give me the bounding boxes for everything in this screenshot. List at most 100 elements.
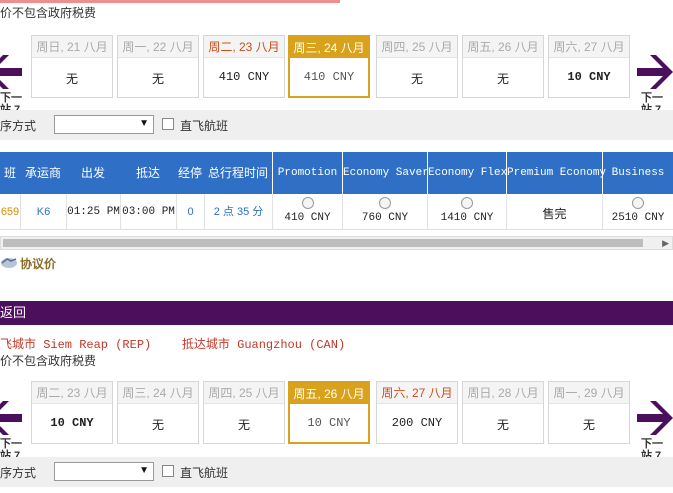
- tax-note: 价不包含政府税费: [0, 354, 97, 368]
- date-cell-day: 周一, 22 八月: [118, 36, 198, 58]
- next-week-label: 下一: [641, 92, 663, 104]
- date-cell[interactable]: 周五, 26 八月 10 CNY: [288, 381, 370, 444]
- col-fare-promotion: Promotion: [272, 152, 342, 194]
- fare-price: 2510 CNY: [611, 212, 665, 224]
- handshake-icon: [1, 258, 17, 268]
- sort-select[interactable]: ▼: [54, 462, 154, 481]
- sort-bar: 序方式 ▼ 直飞航班: [0, 457, 673, 487]
- horizontal-scrollbar[interactable]: ▶: [0, 236, 673, 250]
- fare-radio-economy-flex[interactable]: [461, 197, 473, 209]
- dropdown-caret-icon: ▼: [139, 465, 149, 476]
- arrive-time: 03:00 PM: [120, 194, 176, 230]
- direct-flight-label: 直飞航班: [180, 119, 229, 133]
- fare-price: 760 CNY: [361, 212, 409, 224]
- date-cell-price: 无: [496, 418, 509, 432]
- date-cell[interactable]: 周五, 26 八月无: [462, 35, 544, 98]
- direct-flight-checkbox[interactable]: [162, 118, 174, 130]
- date-cell-price: 200 CNY: [391, 416, 443, 430]
- date-cell[interactable]: 周三, 24 八月 410 CNY: [288, 35, 370, 98]
- date-cell[interactable]: 周六, 27 八月 10 CNY: [548, 35, 630, 98]
- sort-select[interactable]: ▼: [54, 115, 154, 134]
- col-fare-premium-economy: Premium Economy: [506, 152, 606, 194]
- arrival-city: 抵达城市 Guangzhou (CAN): [181, 338, 346, 352]
- table-row: 659 K6 01:25 PM 03:00 PM 0 2 点 35 分 410 …: [0, 194, 673, 230]
- prev-week-label: 下一: [0, 438, 22, 450]
- col-flight: 班: [3, 166, 16, 180]
- depart-time: 01:25 PM: [66, 194, 120, 230]
- next-week-button[interactable]: [637, 55, 673, 89]
- direct-flight-checkbox[interactable]: [162, 465, 174, 477]
- prev-week-button[interactable]: [0, 401, 22, 435]
- date-cell-day: 周二, 23 八月: [32, 382, 112, 404]
- date-cell-day: 周五, 26 八月: [290, 383, 368, 404]
- date-cell[interactable]: 周日, 21 八月无: [31, 35, 113, 98]
- date-cell[interactable]: 周日, 28 八月无: [462, 381, 544, 444]
- tax-note: 价不包含政府税费: [0, 6, 97, 20]
- fare-cell-economy-flex: 1410 CNY: [427, 194, 506, 230]
- fare-radio-business[interactable]: [632, 197, 644, 209]
- date-cell[interactable]: 周一, 22 八月无: [117, 35, 199, 98]
- agreement-price-label: 协议价: [20, 257, 57, 271]
- prev-week-button[interactable]: [0, 55, 22, 89]
- date-cell-price: 10 CNY: [307, 416, 351, 430]
- date-cell[interactable]: 周一, 29 八月无: [548, 381, 630, 444]
- sold-out-label: 售完: [542, 207, 567, 221]
- col-fare-economy-saver: Economy Saver: [342, 152, 429, 194]
- date-cell[interactable]: 周二, 23 八月 10 CNY: [31, 381, 113, 444]
- next-week-label: 下一: [641, 438, 663, 450]
- clipped-header-text: [0, 0, 340, 3]
- arrow-right-icon: [637, 401, 673, 435]
- fare-cell-business: 2510 CNY: [602, 194, 673, 230]
- col-fare-business: Business: [602, 152, 673, 194]
- date-cell-price: 无: [151, 72, 164, 86]
- col-fare-economy-flex: Economy Flex: [427, 152, 507, 194]
- date-cell-price: 无: [496, 72, 509, 86]
- date-cell[interactable]: 周三, 24 八月无: [117, 381, 199, 444]
- prev-week-label: 下一: [0, 92, 22, 104]
- scroll-right-icon[interactable]: ▶: [662, 238, 669, 249]
- sort-bar: 序方式 ▼ 直飞航班: [0, 110, 673, 140]
- date-cell-day: 周四, 25 八月: [204, 382, 284, 404]
- direct-flight-label: 直飞航班: [180, 466, 229, 480]
- date-cell-day: 周六, 27 八月: [377, 382, 457, 404]
- dropdown-caret-icon: ▼: [139, 118, 149, 129]
- return-section-bar: 返回: [0, 301, 673, 325]
- col-carrier: 承运商: [24, 166, 61, 180]
- date-cell-day: 周一, 29 八月: [549, 382, 629, 404]
- date-cell-price: 无: [582, 418, 595, 432]
- date-cell-price: 410 CNY: [303, 70, 355, 84]
- scrollbar-thumb[interactable]: [3, 239, 643, 247]
- next-week-button[interactable]: [637, 401, 673, 435]
- date-cell[interactable]: 周四, 25 八月无: [376, 35, 458, 98]
- flight-table-header: 班 承运商 出发 抵达 经停 总行程时间 Promotion Economy S…: [0, 152, 673, 194]
- date-cell-day: 周五, 26 八月: [463, 36, 543, 58]
- arrow-left-icon: [0, 55, 22, 89]
- date-cell-price: 无: [237, 418, 250, 432]
- date-cell-day: 周四, 25 八月: [377, 36, 457, 58]
- fare-price: 1410 CNY: [440, 212, 494, 224]
- date-cell[interactable]: 周六, 27 八月 200 CNY: [376, 381, 458, 444]
- fare-cell-premium-economy: 售完: [506, 194, 602, 230]
- route-cities: 飞城市 Siem Reap (REP) 抵达城市 Guangzhou (CAN): [0, 335, 345, 352]
- date-cell-day: 周三, 24 八月: [118, 382, 198, 404]
- col-stops: 经停: [177, 166, 202, 180]
- sort-label: 序方式: [0, 119, 37, 133]
- stops-count[interactable]: 0: [176, 194, 204, 230]
- fare-radio-promotion[interactable]: [301, 197, 314, 209]
- date-cell-price: 无: [151, 418, 164, 432]
- date-cell[interactable]: 周二, 23 八月 410 CNY: [203, 35, 285, 98]
- date-cell-price: 10 CNY: [567, 70, 611, 84]
- date-cell-day: 周日, 28 八月: [463, 382, 543, 404]
- col-duration: 总行程时间: [207, 166, 268, 180]
- carrier-code[interactable]: K6: [20, 194, 66, 230]
- date-cell-price: 无: [410, 72, 423, 86]
- fare-radio-economy-saver[interactable]: [379, 197, 391, 209]
- flight-number: 659: [0, 206, 20, 218]
- duration: 2 点 35 分: [204, 194, 272, 230]
- sort-label: 序方式: [0, 466, 37, 480]
- fare-cell-promotion: 410 CNY: [272, 194, 342, 230]
- arrow-right-icon: [637, 55, 673, 89]
- date-cell-day: 周六, 27 八月: [549, 36, 629, 58]
- date-cell[interactable]: 周四, 25 八月无: [203, 381, 285, 444]
- arrow-left-icon: [0, 401, 22, 435]
